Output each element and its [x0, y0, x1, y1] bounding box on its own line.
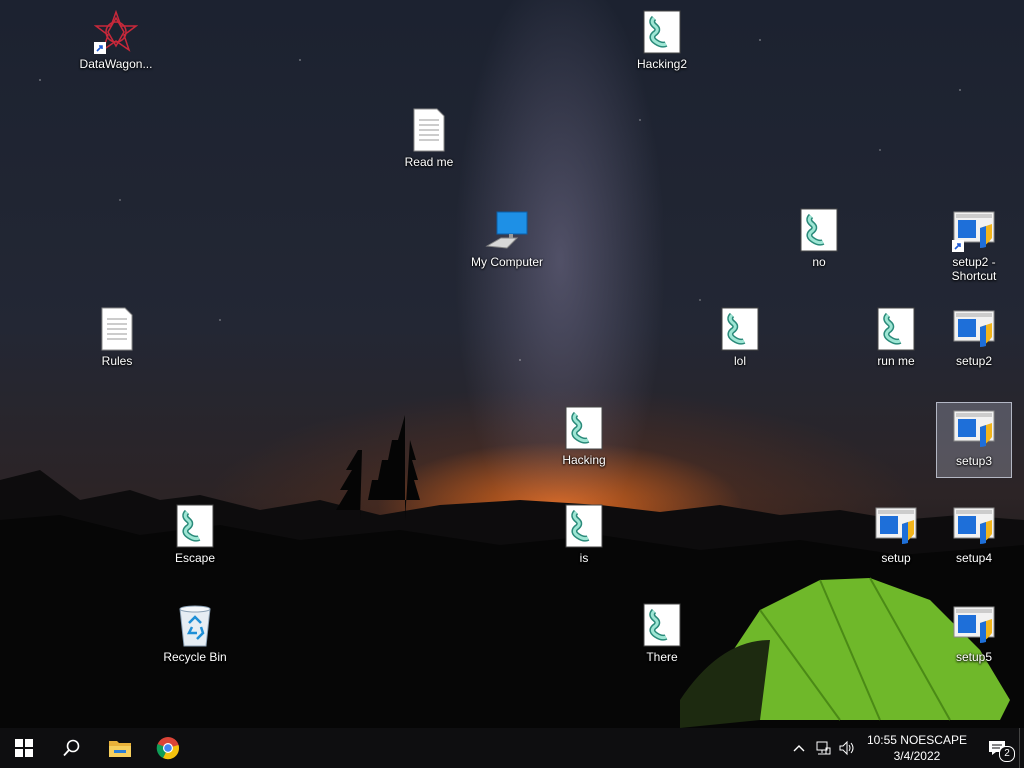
- desktop-icon-there[interactable]: There: [624, 599, 700, 675]
- script-file-icon: [562, 504, 606, 548]
- desktop-icon-hacking[interactable]: Hacking: [546, 402, 622, 478]
- desktop-icon-label: setup2: [955, 354, 993, 368]
- desktop-icon-label: There: [646, 650, 678, 664]
- desktop-icon-label: Recycle Bin: [163, 650, 227, 664]
- chevron-up-icon: [793, 745, 805, 752]
- script-file-icon: [640, 603, 684, 647]
- text-file-icon: [95, 307, 139, 351]
- desktop-icon-read-me[interactable]: Read me: [391, 104, 467, 180]
- clock-time: 10:55 NOESCAPE: [866, 733, 967, 747]
- clock-date: 3/4/2022: [893, 749, 941, 763]
- script-file-icon: [640, 10, 684, 54]
- desktop-icon-label: My Computer: [470, 255, 544, 269]
- desktop-icon-run-me[interactable]: run me: [858, 303, 934, 379]
- setup-installer-icon: [952, 307, 996, 351]
- chrome-button[interactable]: [144, 728, 192, 768]
- taskbar: 10:55 NOESCAPE 3/4/2022 2: [0, 728, 1024, 768]
- desktop-icon-hacking2[interactable]: Hacking2: [624, 6, 700, 82]
- text-file-icon: [407, 108, 451, 152]
- chrome-icon: [156, 737, 179, 760]
- desktop-icon-label: Escape: [174, 551, 216, 565]
- desktop-icon-escape[interactable]: Escape: [157, 500, 233, 576]
- show-hidden-icons-button[interactable]: [787, 728, 811, 768]
- file-explorer-button[interactable]: [96, 728, 144, 768]
- windows-logo-icon: [15, 739, 33, 757]
- desktop-icon-setup[interactable]: setup: [858, 500, 934, 576]
- desktop-icon-setup2[interactable]: setup2: [936, 303, 1012, 379]
- desktop-icon-label: lol: [733, 354, 746, 368]
- desktop-icon-label: setup2 - Shortcut: [951, 255, 997, 283]
- search-icon: [63, 739, 80, 757]
- setup-installer-icon: [874, 504, 918, 548]
- script-file-icon: [562, 406, 606, 450]
- system-tray: 10:55 NOESCAPE 3/4/2022 2: [787, 728, 1024, 768]
- start-button[interactable]: [0, 728, 48, 768]
- network-button[interactable]: [811, 728, 835, 768]
- shortcut-arrow-icon: [952, 240, 964, 252]
- computer-icon: [485, 208, 529, 252]
- setup-installer-icon: [952, 603, 996, 647]
- desktop-icon-datawagon[interactable]: DataWagon...: [78, 6, 154, 82]
- desktop-icon-label: setup4: [955, 551, 993, 565]
- desktop-background: DataWagon... Hacking2 Read me My Compute…: [0, 0, 1024, 728]
- desktop-icon-label: Read me: [404, 155, 454, 169]
- setup-installer-icon: [952, 208, 996, 252]
- desktop-icon-setup5[interactable]: setup5: [936, 599, 1012, 675]
- shortcut-arrow-icon: [94, 42, 106, 54]
- script-file-icon: [797, 208, 841, 252]
- desktop-icon-no[interactable]: no: [781, 204, 857, 280]
- desktop-icon-is[interactable]: is: [546, 500, 622, 576]
- script-file-icon: [874, 307, 918, 351]
- script-file-icon: [173, 504, 217, 548]
- clock[interactable]: 10:55 NOESCAPE 3/4/2022: [859, 732, 975, 764]
- desktop-icon-label: Hacking: [562, 453, 606, 467]
- desktop-icon-setup4[interactable]: setup4: [936, 500, 1012, 576]
- desktop-icon-label: run me: [877, 354, 915, 368]
- show-desktop-button[interactable]: [1019, 728, 1024, 768]
- desktop-icon-label: Hacking2: [636, 57, 688, 71]
- file-explorer-icon: [109, 741, 131, 757]
- setup-installer-icon: [952, 504, 996, 548]
- desktop-icon-label: setup5: [955, 650, 993, 664]
- desktop-icon-label: setup3: [955, 454, 993, 468]
- desktop-icon-label: Rules: [101, 354, 133, 368]
- network-icon: [816, 741, 831, 755]
- desktop-icon-label: DataWagon...: [79, 57, 153, 71]
- desktop-icon-setup2-shortcut[interactable]: setup2 - Shortcut: [936, 204, 1012, 292]
- recycle-bin-icon: [173, 603, 217, 647]
- search-button[interactable]: [48, 728, 96, 768]
- notification-count-badge: 2: [999, 746, 1015, 762]
- desktop-icon-rules[interactable]: Rules: [79, 303, 155, 379]
- volume-button[interactable]: [835, 728, 859, 768]
- desktop-icon-label: no: [812, 255, 826, 269]
- desktop-icon-label: setup: [881, 551, 911, 565]
- speaker-icon: [839, 740, 854, 756]
- script-file-icon: [718, 307, 762, 351]
- datawagon-logo-icon: [94, 10, 138, 54]
- action-center-button[interactable]: 2: [975, 728, 1019, 768]
- desktop-icon-lol[interactable]: lol: [702, 303, 778, 379]
- desktop-icon-setup3[interactable]: setup3: [936, 402, 1012, 478]
- desktop-icon-my-computer[interactable]: My Computer: [469, 204, 545, 280]
- desktop-icon-label: is: [579, 551, 589, 565]
- desktop-icon-recycle-bin[interactable]: Recycle Bin: [157, 599, 233, 675]
- setup-installer-icon: [952, 407, 996, 451]
